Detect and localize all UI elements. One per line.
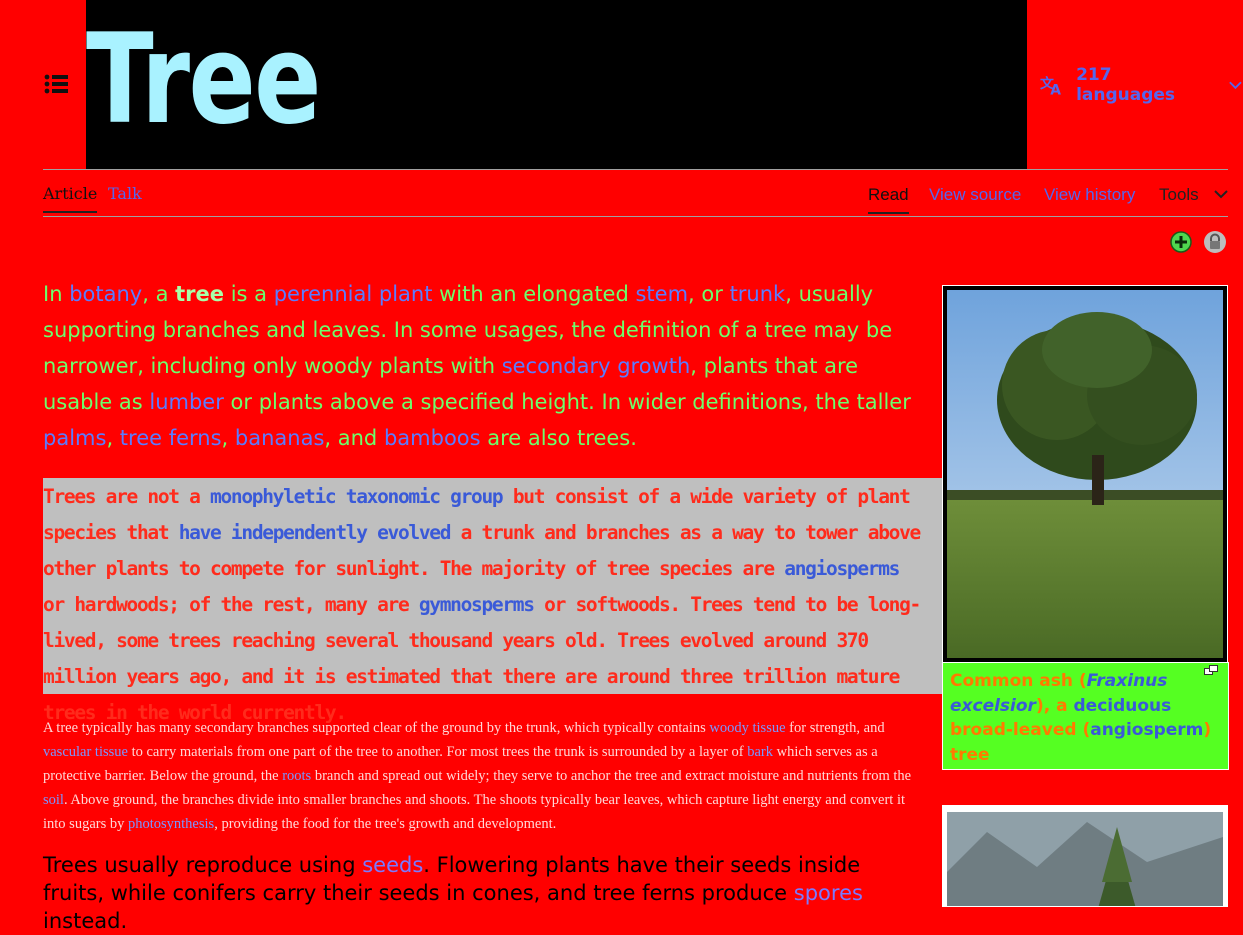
tab-tools[interactable]: Tools <box>1159 185 1199 205</box>
article-link[interactable]: secondary growth <box>502 354 691 378</box>
article-link[interactable]: bananas <box>235 426 325 450</box>
svg-text:A: A <box>1050 82 1061 97</box>
styled-term: deciduous <box>1073 695 1172 716</box>
chevron-down-icon <box>1229 81 1242 90</box>
article-link[interactable]: bark <box>747 744 773 760</box>
infobox-image-ash: Common ash (Fraxinus excelsior), a decid… <box>942 285 1229 770</box>
article-link[interactable]: seeds <box>362 853 423 877</box>
image-frame <box>942 805 1228 907</box>
body-paragraph-3: A tree typically has many secondary bran… <box>43 720 912 832</box>
tab-talk[interactable]: Talk <box>108 184 142 203</box>
article-link[interactable]: trunk <box>730 282 786 306</box>
article-link[interactable]: spores <box>794 881 863 905</box>
languages-button[interactable]: 文 A 217 languages <box>1040 65 1243 105</box>
article-link[interactable]: vascular tissue <box>43 744 128 760</box>
infobox-caption: Common ash (Fraxinus excelsior), a decid… <box>942 662 1229 770</box>
expand-icon[interactable] <box>1204 665 1218 675</box>
page-title-banner: Tree <box>86 0 1027 169</box>
article-link[interactable]: lumber <box>149 390 223 414</box>
article-link[interactable]: soil <box>43 792 64 808</box>
article-link[interactable]: have independently evolved <box>179 521 452 544</box>
lead-paragraph-2: Trees are not a monophyletic taxonomic g… <box>43 485 921 724</box>
page-title: Tree <box>86 8 321 152</box>
languages-label: 217 languages <box>1076 65 1176 105</box>
chevron-down-icon[interactable] <box>1213 189 1229 199</box>
article-link[interactable]: bamboos <box>384 426 481 450</box>
article-link[interactable]: palms <box>43 426 106 450</box>
tab-view-history[interactable]: View history <box>1044 185 1135 205</box>
tree-photo[interactable] <box>947 290 1223 658</box>
article-link[interactable]: angiosperm <box>1090 720 1203 740</box>
article-link[interactable]: tree ferns <box>120 426 222 450</box>
article-link[interactable]: angiosperms <box>784 557 900 580</box>
tab-article[interactable]: Article <box>43 184 98 213</box>
conifer-photo[interactable] <box>947 812 1223 907</box>
article-link[interactable]: stem <box>635 282 688 306</box>
translate-icon: 文 A <box>1040 75 1061 97</box>
lead-paragraph-1: In botany, a tree is a perennial plant w… <box>43 282 911 450</box>
body-paragraph-4: Trees usually reproduce using seeds. Flo… <box>43 853 863 933</box>
article-link[interactable]: monophyletic taxonomic group <box>210 485 504 508</box>
article-link[interactable]: perennial plant <box>274 282 433 306</box>
image-frame <box>942 285 1228 663</box>
tabs-divider <box>43 216 1228 217</box>
infobox-image-conifer <box>942 805 1228 907</box>
article-link[interactable]: botany <box>69 282 142 306</box>
bold-term: tree <box>175 282 225 306</box>
tab-view-source[interactable]: View source <box>929 185 1021 205</box>
article-link[interactable]: gymnosperms <box>419 593 535 616</box>
article-link[interactable]: woody tissue <box>709 720 785 736</box>
article-link[interactable]: photosynthesis <box>128 816 214 832</box>
article-link[interactable]: roots <box>282 768 311 784</box>
tab-read[interactable]: Read <box>868 185 909 214</box>
add-icon[interactable] <box>1170 231 1192 253</box>
header-divider <box>43 169 1228 170</box>
lock-icon[interactable] <box>1204 231 1226 253</box>
menu-icon[interactable] <box>44 74 68 94</box>
